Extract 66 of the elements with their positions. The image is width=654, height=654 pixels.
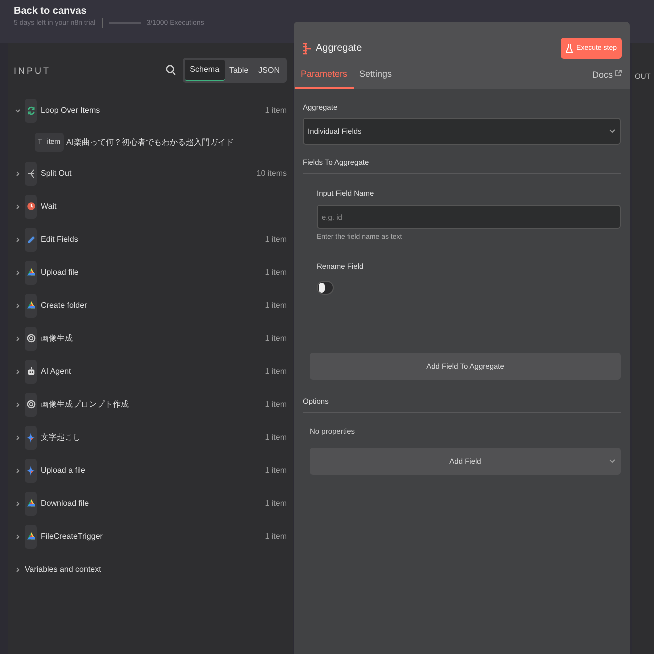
- drive-triangle-icon: [26, 268, 36, 277]
- flask-icon: [566, 44, 573, 53]
- view-tab[interactable]: Schema: [185, 60, 225, 81]
- section-toggle[interactable]: Variables and context: [25, 565, 102, 574]
- node-name[interactable]: Split Out: [41, 169, 72, 178]
- back-to-canvas-link[interactable]: Back to canvas: [14, 6, 204, 17]
- aggregate-icon: [302, 42, 312, 54]
- item-count: 1 item: [265, 235, 287, 244]
- field-value: AI楽曲って何？初心者でもわかる超入門ガイド: [66, 136, 234, 148]
- view-tab[interactable]: Table: [224, 60, 254, 81]
- clock-icon: [26, 202, 36, 211]
- chevron-down-icon[interactable]: [15, 108, 21, 114]
- split-icon: [27, 168, 35, 178]
- chevron-right-icon[interactable]: [15, 204, 21, 210]
- chevron-right-icon[interactable]: [15, 368, 21, 374]
- node-name[interactable]: 文字起こし: [41, 432, 81, 443]
- node-name[interactable]: 画像生成プロンプト作成: [41, 399, 129, 410]
- item-count: 1 item: [265, 106, 287, 115]
- node-name[interactable]: FileCreateTrigger: [41, 532, 103, 541]
- item-count: 1 item: [265, 466, 287, 475]
- external-link-icon: [615, 70, 622, 77]
- chevron-right-icon[interactable]: [15, 468, 21, 474]
- node-name[interactable]: AI Agent: [41, 367, 72, 376]
- chevron-right-icon[interactable]: [15, 534, 21, 540]
- item-count: 1 item: [265, 433, 287, 442]
- item-count: 1 item: [265, 268, 287, 277]
- item-count: 1 item: [265, 499, 287, 508]
- node-name[interactable]: Download file: [41, 499, 90, 508]
- chevron-right-icon[interactable]: [15, 566, 21, 572]
- item-count: 10 items: [256, 169, 287, 178]
- node-name[interactable]: 画像生成: [41, 333, 73, 344]
- item-count: 1 item: [265, 367, 287, 376]
- drive-triangle-icon: [26, 532, 36, 541]
- chevron-right-icon[interactable]: [15, 270, 21, 276]
- sparkle-icon: [27, 466, 35, 476]
- chevron-right-icon[interactable]: [15, 402, 21, 408]
- chevron-right-icon[interactable]: [15, 434, 21, 440]
- node-name[interactable]: Upload a file: [41, 466, 86, 475]
- node-name[interactable]: Create folder: [41, 301, 88, 310]
- search-icon[interactable]: [166, 65, 176, 76]
- panel-title: INPUT: [14, 66, 51, 76]
- rename-toggle[interactable]: [317, 281, 334, 295]
- tab[interactable]: Settings: [354, 63, 398, 89]
- node-name[interactable]: Loop Over Items: [41, 106, 100, 115]
- chevron-right-icon[interactable]: [15, 500, 21, 506]
- drive-triangle-icon: [26, 499, 36, 508]
- docs-link[interactable]: Docs: [592, 70, 622, 89]
- chevron-down-icon: [609, 129, 616, 134]
- chevron-right-icon[interactable]: [15, 336, 21, 342]
- node-title: Aggregate: [316, 43, 362, 54]
- item-count: 1 item: [265, 400, 287, 409]
- sparkle-icon: [27, 432, 35, 442]
- view-tab[interactable]: JSON: [254, 60, 285, 81]
- item-count: 1 item: [265, 301, 287, 310]
- pencil-icon: [26, 234, 36, 244]
- drive-triangle-icon: [26, 301, 36, 310]
- item-count: 1 item: [265, 532, 287, 541]
- chevron-right-icon[interactable]: [15, 236, 21, 242]
- node-name[interactable]: Upload file: [41, 268, 79, 277]
- item-count: 1 item: [265, 334, 287, 343]
- loop-arrows-icon: [26, 106, 36, 116]
- node-name[interactable]: Edit Fields: [41, 235, 78, 244]
- chevron-right-icon[interactable]: [15, 170, 21, 176]
- node-name[interactable]: Wait: [41, 202, 57, 211]
- chevron-right-icon[interactable]: [15, 302, 21, 308]
- chevron-down-icon: [609, 459, 616, 464]
